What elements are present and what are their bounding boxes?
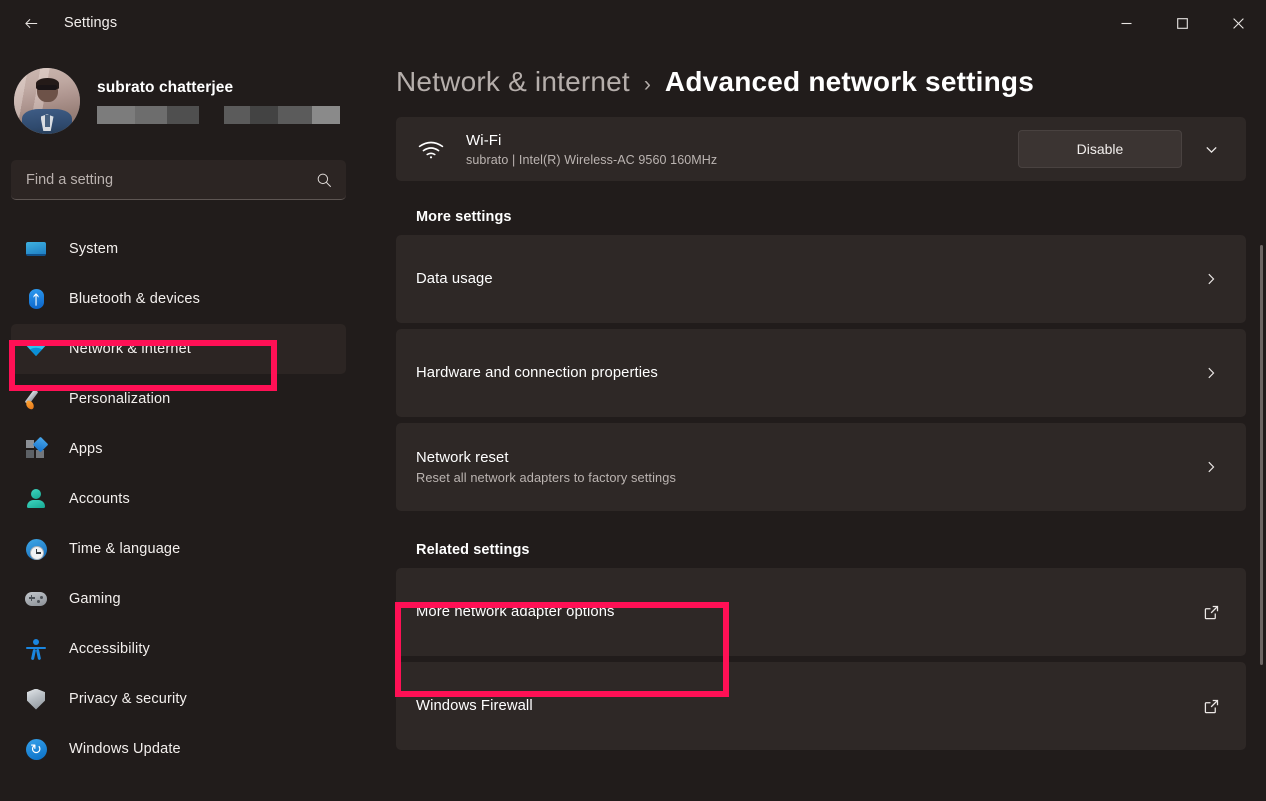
page-title: Advanced network settings (664, 66, 1035, 97)
minimize-icon (1121, 22, 1131, 24)
settings-window: Settings subrato chatterjee Find a setti… (0, 0, 1266, 801)
update-icon: ↻ (25, 738, 47, 760)
sidebar-item-time-language[interactable]: Time & language (11, 524, 346, 574)
profile-name: subrato chatterjee (97, 78, 234, 96)
row-network-reset[interactable]: Network reset Reset all network adapters… (396, 423, 1246, 511)
sidebar-item-label: Apps (69, 441, 103, 457)
breadcrumb-parent[interactable]: Network & internet (396, 66, 630, 98)
maximize-button[interactable] (1154, 0, 1210, 46)
settings-scroll-area: Wi-Fi subrato | Intel(R) Wireless-AC 956… (360, 117, 1266, 801)
apps-icon (25, 436, 49, 460)
sidebar-item-network-internet[interactable]: Network & internet (11, 324, 346, 374)
row-data-usage[interactable]: Data usage (396, 235, 1246, 323)
close-button[interactable] (1210, 0, 1266, 46)
bluetooth-icon: ᛏ (25, 288, 47, 310)
chevron-right-icon (1198, 272, 1224, 286)
content-scrollbar[interactable] (1260, 245, 1263, 665)
external-link-icon (1198, 699, 1224, 714)
title-bar: Settings (0, 0, 1266, 46)
sidebar-item-windows-update[interactable]: ↻ Windows Update (11, 724, 346, 774)
related-settings-heading: Related settings (416, 542, 530, 558)
user-profile[interactable]: subrato chatterjee (14, 64, 360, 138)
row-subtitle: Reset all network adapters to factory se… (416, 469, 676, 485)
breadcrumb: Network & internet › Advanced network se… (360, 46, 1266, 98)
search-box[interactable] (11, 160, 346, 200)
wifi-signal-icon (416, 140, 446, 159)
wifi-adapter-card[interactable]: Wi-Fi subrato | Intel(R) Wireless-AC 956… (396, 117, 1246, 181)
row-title: More network adapter options (416, 604, 615, 620)
sidebar-item-label: Bluetooth & devices (69, 291, 201, 307)
row-more-network-adapter-options[interactable]: More network adapter options (396, 568, 1246, 656)
row-windows-firewall[interactable]: Windows Firewall (396, 662, 1246, 750)
breadcrumb-separator-icon: › (643, 73, 651, 96)
search-icon (315, 171, 333, 189)
sidebar-item-label: Windows Update (69, 741, 181, 757)
clock-globe-icon (25, 538, 47, 560)
redacted-email (97, 105, 340, 124)
adapter-details: subrato | Intel(R) Wireless-AC 9560 160M… (466, 152, 718, 167)
person-icon (25, 488, 47, 510)
chevron-right-icon (1198, 460, 1224, 474)
sidebar-item-personalization[interactable]: Personalization (11, 374, 346, 424)
content-pane: Network & internet › Advanced network se… (360, 46, 1266, 801)
avatar (14, 68, 80, 134)
paintbrush-icon (24, 388, 47, 410)
sidebar-item-label: System (69, 241, 119, 257)
accessibility-icon (25, 638, 47, 660)
app-title: Settings (64, 15, 118, 31)
row-title: Windows Firewall (416, 698, 533, 714)
chevron-right-icon (1198, 366, 1224, 380)
maximize-icon (1176, 17, 1188, 29)
chevron-down-icon (1205, 146, 1217, 153)
sidebar: subrato chatterjee Find a setting System… (0, 46, 360, 801)
nav-list: System ᛏ Bluetooth & devices Network & i… (0, 224, 360, 774)
sidebar-item-label: Time & language (69, 541, 181, 557)
sidebar-item-label: Accounts (69, 491, 130, 507)
window-controls (1098, 0, 1266, 46)
minimize-button[interactable] (1098, 0, 1154, 46)
sidebar-item-label: Gaming (69, 591, 121, 607)
sidebar-item-label: Accessibility (69, 641, 150, 657)
back-button[interactable] (12, 7, 50, 39)
wifi-icon (25, 338, 47, 360)
sidebar-item-apps[interactable]: Apps (11, 424, 346, 474)
gamepad-icon (25, 588, 47, 610)
sidebar-item-gaming[interactable]: Gaming (11, 574, 346, 624)
sidebar-item-label: Privacy & security (69, 691, 187, 707)
row-hardware-connection-properties[interactable]: Hardware and connection properties (396, 329, 1246, 417)
more-settings-heading: More settings (416, 209, 512, 225)
sidebar-item-bluetooth-devices[interactable]: ᛏ Bluetooth & devices (11, 274, 346, 324)
expand-adapter-button[interactable] (1188, 130, 1234, 168)
disable-button[interactable]: Disable (1018, 130, 1182, 168)
row-title: Network reset (416, 449, 509, 466)
monitor-icon (25, 238, 47, 260)
row-title: Hardware and connection properties (416, 365, 658, 381)
sidebar-item-accessibility[interactable]: Accessibility (11, 624, 346, 674)
sidebar-item-accounts[interactable]: Accounts (11, 474, 346, 524)
adapter-name: Wi-Fi (466, 131, 502, 149)
shield-icon (25, 688, 47, 710)
close-icon (1232, 17, 1244, 29)
sidebar-item-system[interactable]: System (11, 224, 346, 274)
row-title: Data usage (416, 271, 493, 287)
sidebar-item-label: Personalization (69, 391, 171, 407)
back-arrow-icon (24, 18, 37, 28)
sidebar-item-label: Network & internet (69, 341, 191, 357)
sidebar-item-privacy-security[interactable]: Privacy & security (11, 674, 346, 724)
search-input[interactable] (11, 171, 346, 188)
external-link-icon (1198, 605, 1224, 620)
